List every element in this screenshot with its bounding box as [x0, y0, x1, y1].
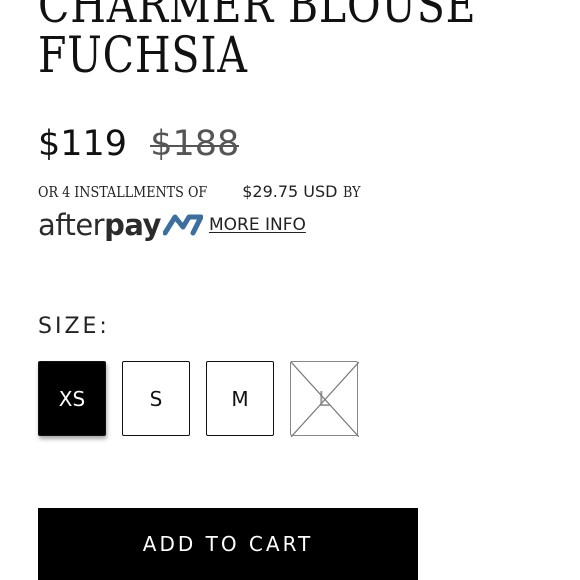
size-option-label: M — [231, 386, 249, 411]
afterpay-logo-text-bold: pay — [104, 208, 161, 242]
price-row: $119 $188 — [38, 124, 239, 164]
size-option-label: XS — [58, 386, 86, 411]
size-label: SIZE: — [38, 314, 110, 339]
unavailable-cross-icon — [291, 362, 359, 437]
installments-prefix: OR 4 INSTALLMENTS OF — [38, 183, 208, 201]
size-options: XS S M L — [38, 361, 359, 437]
installment-amount: $29.75 USD — [242, 182, 338, 201]
current-price: $119 — [38, 124, 128, 164]
afterpay-logo: after pay — [38, 208, 209, 242]
afterpay-row: after pay MORE INFO — [38, 208, 306, 242]
afterpay-logo-text-light: after — [38, 208, 105, 242]
afterpay-logo-mark-icon — [162, 214, 203, 236]
size-option-s[interactable]: S — [122, 361, 190, 436]
installments-suffix: BY — [342, 183, 361, 201]
afterpay-more-info-link[interactable]: MORE INFO — [209, 215, 306, 235]
size-option-m[interactable]: M — [206, 361, 274, 436]
size-option-l[interactable]: L — [290, 361, 359, 437]
product-title-line-2: FUCHSIA — [38, 26, 248, 84]
add-to-cart-button[interactable]: ADD TO CART — [38, 508, 418, 580]
compare-at-price: $188 — [150, 124, 240, 164]
size-option-label: S — [149, 386, 163, 411]
size-option-xs[interactable]: XS — [38, 361, 106, 436]
installments-text: OR 4 INSTALLMENTS OF $29.75 USD BY — [38, 182, 363, 201]
